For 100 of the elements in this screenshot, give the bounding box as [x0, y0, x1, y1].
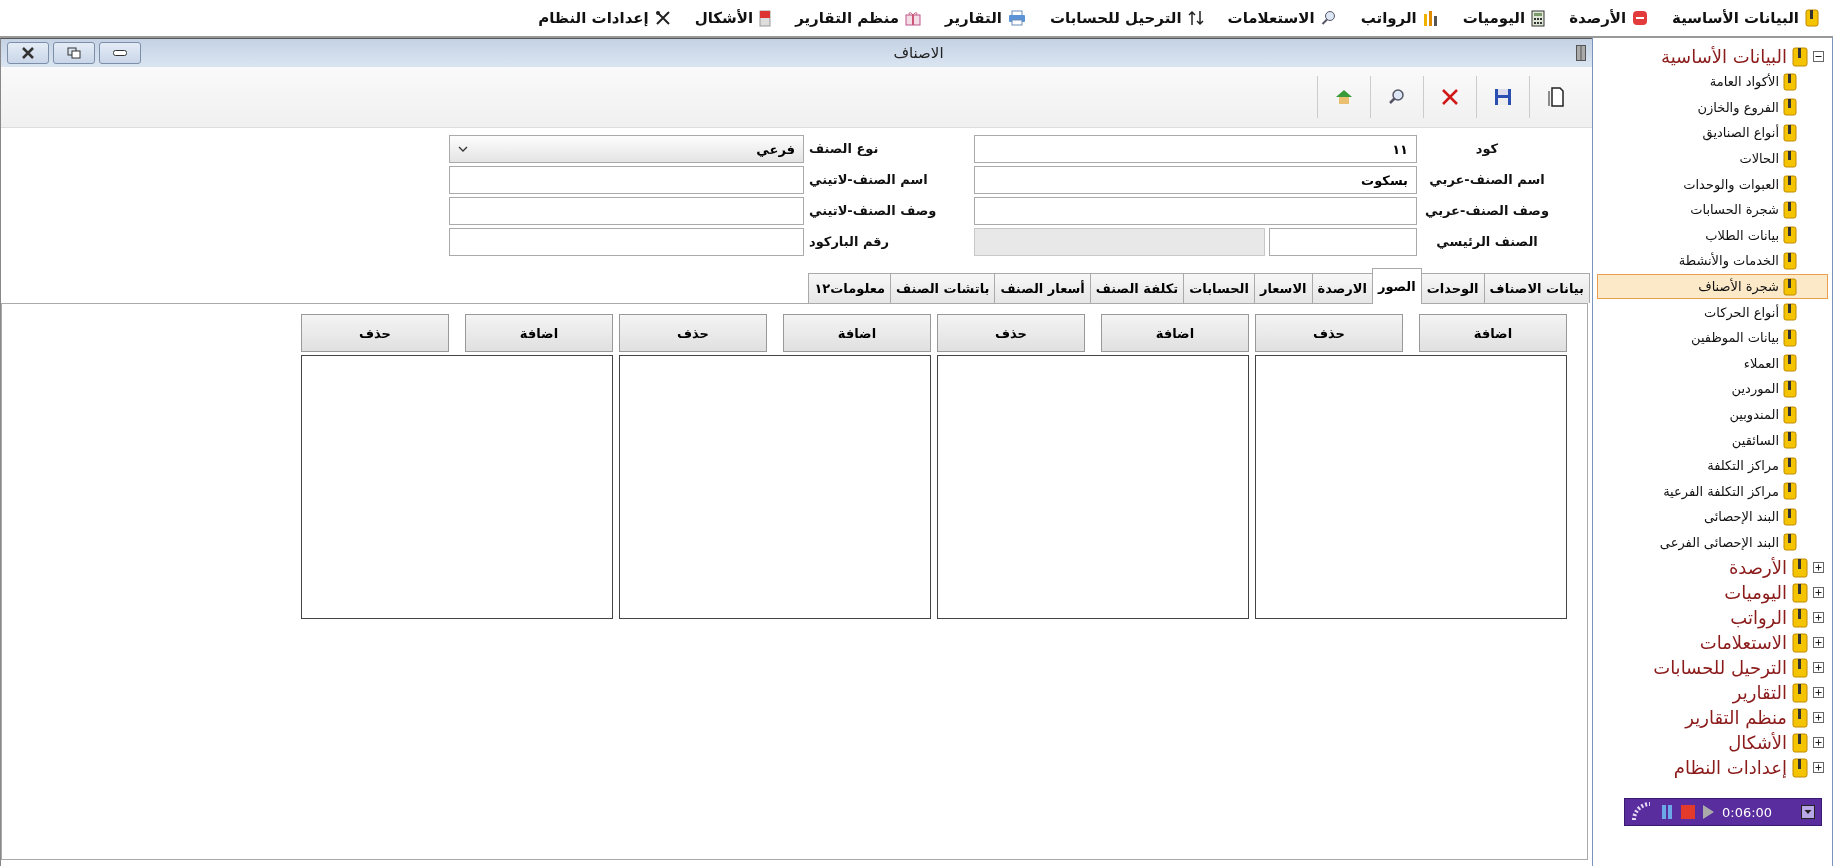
tree-item[interactable]: الفروع والخازن — [1597, 94, 1828, 121]
tab[interactable]: أسعار الصنف — [994, 273, 1091, 303]
text-field[interactable]: بسكوت — [974, 166, 1417, 194]
dropdown-icon[interactable] — [1801, 805, 1815, 820]
book-icon — [1783, 303, 1797, 322]
restore-button[interactable] — [53, 42, 95, 64]
tree-group[interactable]: التقارير — [1597, 680, 1828, 706]
add-button[interactable]: اضافة — [1419, 314, 1567, 352]
field-label: رقم الباركود — [809, 233, 891, 251]
menu-item[interactable]: الأرصدة — [1567, 7, 1651, 29]
text-field[interactable] — [974, 197, 1417, 225]
menu-item[interactable]: الترحيل للحسابات — [1048, 7, 1206, 29]
expander-icon[interactable] — [1813, 662, 1824, 674]
book-icon — [1783, 354, 1797, 373]
book-icon — [1792, 582, 1808, 603]
gift-icon — [905, 10, 922, 26]
text-field[interactable] — [1269, 228, 1417, 256]
dropdown-field[interactable]: فرعي — [449, 135, 804, 163]
tree-item[interactable]: الموردين — [1597, 376, 1828, 402]
tree-item[interactable]: العملاء — [1597, 350, 1828, 377]
book-icon — [1783, 98, 1797, 117]
tree-item[interactable]: البند الإحصائى — [1597, 504, 1828, 530]
expander-icon[interactable] — [1813, 587, 1824, 599]
tools-icon — [654, 10, 671, 26]
expander-icon[interactable] — [1813, 712, 1824, 724]
tree-item[interactable]: أنواع الصناديق — [1597, 120, 1828, 146]
tree-item[interactable]: المندوبين — [1597, 401, 1828, 428]
menu-item[interactable]: التقارير — [943, 7, 1028, 29]
tab[interactable]: الحسابات — [1183, 273, 1255, 303]
window-icon — [1576, 45, 1586, 61]
book-icon — [1783, 251, 1797, 270]
close-button[interactable] — [7, 42, 49, 64]
book-icon — [1792, 632, 1808, 653]
tree-group[interactable]: الرواتب — [1597, 605, 1828, 631]
tree-item[interactable]: الخدمات والأنشطة — [1597, 248, 1828, 274]
text-field[interactable]: ١١ — [974, 135, 1417, 163]
tree-item[interactable]: شجرة الأصناف — [1597, 273, 1828, 300]
tab[interactable]: بيانات الاصناف — [1483, 273, 1590, 303]
tab[interactable]: الصور — [1371, 268, 1422, 304]
tree-group[interactable]: الأرصدة — [1597, 555, 1828, 581]
minimize-icon — [113, 50, 127, 56]
add-button[interactable]: اضافة — [783, 314, 931, 352]
tree-item[interactable]: العبوات والوحدات — [1597, 171, 1828, 197]
menu-item[interactable]: الرواتب — [1358, 7, 1441, 29]
tree-group[interactable]: البيانات الأساسية — [1597, 44, 1828, 69]
tree-item[interactable]: الأكواد العامة — [1597, 69, 1828, 95]
delete-button[interactable]: حذف — [937, 314, 1085, 352]
tab[interactable]: الوحدات — [1420, 273, 1485, 303]
field-label: وصف الصنف-عربي — [1424, 202, 1550, 220]
tree-item[interactable]: شجرة الحسابات — [1597, 196, 1828, 223]
tree-group[interactable]: الترحيل للحسابات — [1597, 655, 1828, 681]
expander-icon[interactable] — [1813, 687, 1824, 699]
expander-icon[interactable] — [1813, 562, 1824, 574]
book-icon — [1792, 682, 1808, 703]
tree-item[interactable]: مراكز التكلفة الفرعية — [1597, 478, 1828, 505]
book-icon — [1783, 456, 1797, 475]
text-field[interactable] — [449, 166, 804, 194]
pause-icon[interactable] — [1661, 804, 1673, 821]
tree-item[interactable]: مراكز التكلفة — [1597, 452, 1828, 479]
tab[interactable]: الارصدة — [1311, 273, 1373, 303]
tree-item[interactable]: أنواع الحركات — [1597, 299, 1828, 325]
tab[interactable]: معلومات١٢ — [808, 273, 892, 303]
delete-button[interactable]: حذف — [1255, 314, 1403, 352]
menu-item[interactable]: البيانات الأساسية — [1670, 7, 1821, 29]
tree-group[interactable]: الأشكال — [1597, 730, 1828, 756]
tree-item[interactable]: بيانات الطلاب — [1597, 222, 1828, 249]
book-icon — [1783, 277, 1797, 296]
play-icon[interactable] — [1703, 805, 1714, 820]
expander-icon[interactable] — [1813, 51, 1824, 62]
close-icon — [1441, 88, 1459, 106]
tab[interactable]: الاسعار — [1253, 273, 1313, 303]
tree-group[interactable]: الاستعلامات — [1597, 630, 1828, 656]
expander-icon[interactable] — [1813, 612, 1824, 624]
text-field[interactable] — [449, 197, 804, 225]
tree-group[interactable]: اليوميات — [1597, 580, 1828, 606]
tree-item[interactable]: السائقين — [1597, 427, 1828, 453]
minimize-button[interactable] — [99, 42, 141, 64]
tree-group[interactable]: إعدادات النظام — [1597, 755, 1828, 781]
delete-button[interactable]: حذف — [619, 314, 767, 352]
add-button[interactable]: اضافة — [465, 314, 613, 352]
tree-item[interactable]: البند الإحصائى الفرعى — [1597, 529, 1828, 556]
expander-icon[interactable] — [1813, 637, 1824, 649]
delete-button[interactable]: حذف — [301, 314, 449, 352]
menu-item[interactable]: منظم التقارير — [793, 7, 924, 29]
menu-item[interactable]: الأشكال — [692, 7, 774, 29]
tab[interactable]: باتشات الصنف — [890, 273, 996, 303]
menu-item[interactable]: الاستعلامات — [1225, 7, 1339, 29]
add-button[interactable]: اضافة — [1101, 314, 1249, 352]
text-field[interactable] — [449, 228, 804, 256]
tree-item[interactable]: بيانات الموظفين — [1597, 324, 1828, 351]
tab[interactable]: تكلفة الصنف — [1089, 273, 1185, 303]
bar-chart-icon — [1422, 10, 1439, 26]
menu-item[interactable]: اليوميات — [1460, 7, 1548, 29]
menu-item[interactable]: إعدادات النظام — [536, 7, 673, 29]
field-label: وصف الصنف-لاتيني — [809, 202, 938, 220]
tree-group[interactable]: منظم التقارير — [1597, 705, 1828, 731]
tree-item[interactable]: الحالات — [1597, 145, 1828, 172]
expander-icon[interactable] — [1813, 762, 1824, 774]
book-icon — [1783, 533, 1797, 552]
expander-icon[interactable] — [1813, 737, 1824, 749]
